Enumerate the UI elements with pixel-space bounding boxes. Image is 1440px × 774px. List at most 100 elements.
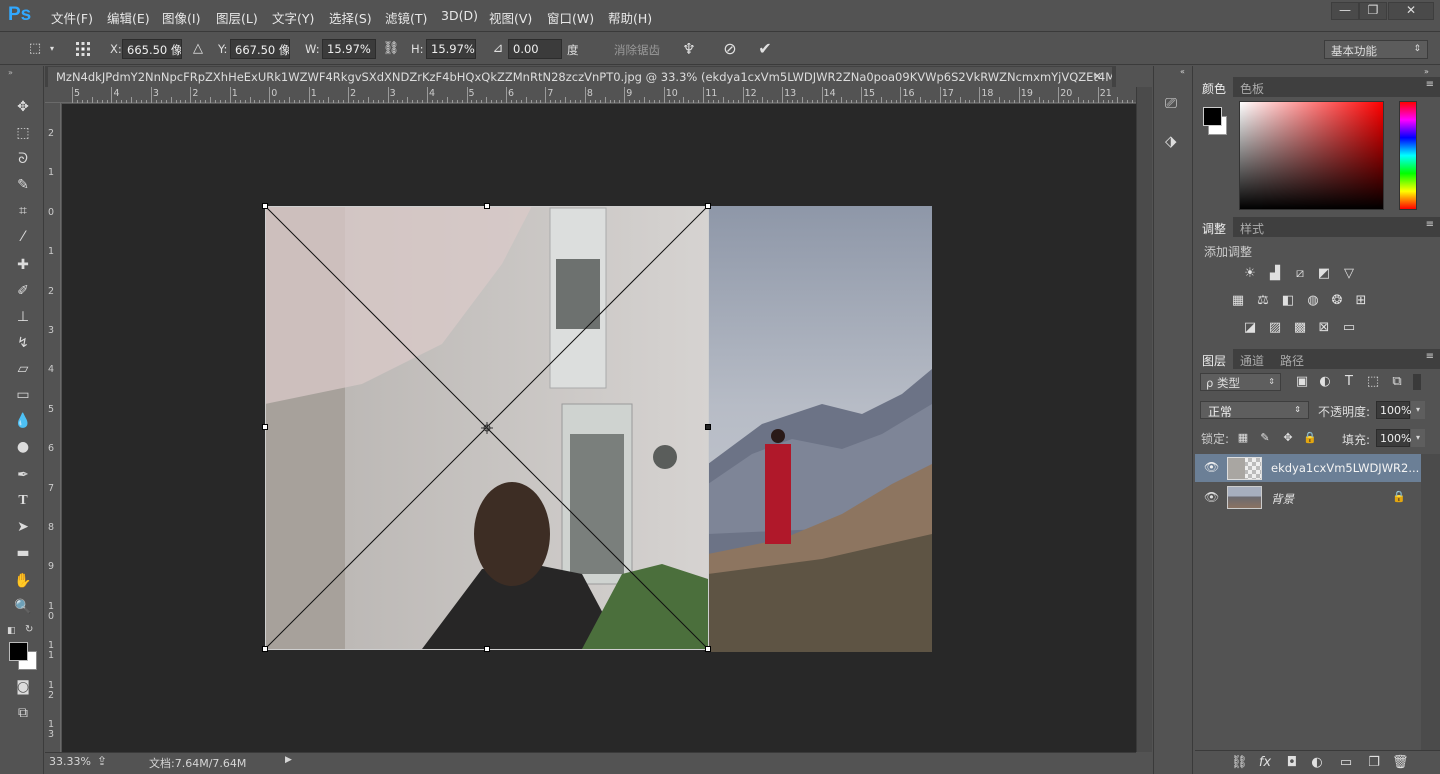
tab-styles[interactable]: 样式 [1233, 217, 1271, 237]
history-brush-tool-icon[interactable]: ↯ [11, 332, 35, 354]
move-transform-icon[interactable]: ⬚ [26, 40, 44, 58]
panel-menu-icon[interactable]: ≡ [1426, 351, 1434, 362]
color-lookup-icon[interactable]: ⊞ [1353, 293, 1369, 309]
angle-field[interactable]: 0.00 [508, 39, 562, 59]
black-white-icon[interactable]: ◧ [1280, 293, 1296, 309]
screen-mode-icon[interactable]: ⧉ [11, 702, 35, 724]
menu-select[interactable]: 选择(S) [329, 8, 372, 27]
gradient-tool-icon[interactable]: ▭ [11, 384, 35, 406]
eye-icon[interactable]: 👁 [1204, 460, 1219, 474]
tab-layers[interactable]: 图层 [1195, 349, 1234, 369]
document-tab[interactable]: MzN4dkJPdmY2NnNpcFRpZXhHeExURk1WZWF4Rkgv… [48, 67, 1112, 87]
collapse-icon[interactable]: » [1424, 67, 1429, 76]
filter-adjust-icon[interactable]: ◐ [1317, 374, 1333, 390]
hue-saturation-icon[interactable]: ▦ [1230, 293, 1246, 309]
status-menu-arrow-icon[interactable]: ▶ [285, 755, 292, 765]
height-field[interactable]: 15.97% [426, 39, 476, 59]
marquee-tool-icon[interactable]: ⬚ [11, 122, 35, 144]
tab-swatches[interactable]: 色板 [1233, 77, 1271, 97]
link-layers-icon[interactable]: ⛓ [1231, 755, 1248, 771]
path-select-tool-icon[interactable]: ➤ [11, 516, 35, 538]
new-layer-icon[interactable]: ❐ [1366, 755, 1382, 771]
foreground-color-swatch[interactable] [9, 642, 28, 661]
layers-scrollbar[interactable] [1421, 454, 1440, 754]
type-tool-icon[interactable]: T [11, 490, 35, 512]
zoom-level[interactable]: 33.33% [49, 755, 91, 768]
threshold-icon[interactable]: ▩ [1292, 320, 1308, 336]
canvas-area[interactable] [62, 104, 1136, 752]
vibrance-icon[interactable]: ▽ [1341, 266, 1357, 282]
exposure-icon[interactable]: ◩ [1316, 266, 1332, 282]
trash-icon[interactable]: 🗑 [1392, 755, 1409, 771]
restore-button[interactable]: ❐ [1359, 2, 1387, 20]
export-icon[interactable]: ⇪ [97, 754, 107, 768]
commit-transform-icon[interactable]: ✔ [756, 40, 774, 58]
delta-icon[interactable]: △ [189, 40, 207, 58]
cancel-transform-icon[interactable]: ⊘ [721, 40, 739, 58]
chevron-down-icon[interactable]: ▾ [1411, 401, 1425, 419]
color-field[interactable] [1239, 101, 1384, 210]
panel-menu-icon[interactable]: ≡ [1426, 79, 1434, 90]
menu-file[interactable]: 文件(F) [51, 8, 93, 27]
eye-icon[interactable]: 👁 [1204, 490, 1219, 504]
tab-channels[interactable]: 通道 [1233, 349, 1271, 369]
blend-mode-select[interactable]: 正常 ⇕ [1200, 401, 1309, 419]
add-mask-icon[interactable]: ◘ [1284, 755, 1300, 771]
chevron-down-icon[interactable]: ▾ [46, 40, 58, 58]
reference-point-icon[interactable] [74, 40, 92, 58]
tab-color[interactable]: 颜色 [1195, 77, 1234, 97]
levels-icon[interactable]: ▟ [1267, 266, 1283, 282]
posterize-icon[interactable]: ▨ [1267, 320, 1283, 336]
selective-color-icon[interactable]: ⊠ [1316, 320, 1332, 336]
link-icon[interactable]: ⛓ [382, 40, 400, 58]
document-image[interactable] [62, 104, 1136, 752]
vertical-scrollbar[interactable] [1136, 87, 1152, 752]
menu-3d[interactable]: 3D(D) [441, 8, 478, 23]
collapse-icon[interactable]: » [8, 68, 13, 77]
layer-filter-select[interactable]: ρ 类型 ⇕ [1200, 373, 1281, 391]
menu-window[interactable]: 窗口(W) [547, 8, 594, 27]
pen-tool-icon[interactable]: ✒ [11, 464, 35, 486]
filter-pixel-icon[interactable]: ▣ [1294, 374, 1310, 390]
layer-row[interactable]: 👁 背景 🔒 [1195, 484, 1421, 512]
layer-row[interactable]: 👁 ekdya1cxVm5LWDJWR2... [1195, 454, 1421, 482]
healing-brush-tool-icon[interactable]: ✚ [11, 254, 35, 276]
lock-position-icon[interactable]: ✥ [1280, 430, 1296, 446]
curves-icon[interactable]: ⧄ [1292, 266, 1308, 282]
menu-help[interactable]: 帮助(H) [608, 8, 652, 27]
dodge-tool-icon[interactable]: ● [11, 436, 35, 458]
workspace-select[interactable]: 基本功能 ⇕ [1324, 40, 1428, 59]
panel-menu-icon[interactable]: ≡ [1426, 219, 1434, 230]
rectangle-tool-icon[interactable]: ▬ [11, 542, 35, 564]
properties-icon[interactable]: ⬗ [1165, 132, 1177, 150]
new-group-icon[interactable]: ▭ [1338, 755, 1354, 771]
menu-edit[interactable]: 编辑(E) [107, 8, 150, 27]
brush-tool-icon[interactable]: ✐ [11, 280, 35, 302]
tab-adjustments[interactable]: 调整 [1195, 217, 1234, 237]
lock-transparent-icon[interactable]: ▦ [1235, 430, 1251, 446]
filter-toggle[interactable] [1413, 374, 1421, 390]
hand-tool-icon[interactable]: ✋ [11, 570, 35, 592]
y-field[interactable]: 667.50 像素 [230, 39, 290, 59]
eyedropper-tool-icon[interactable]: ⁄ [11, 226, 35, 248]
opacity-field[interactable]: 100% [1376, 401, 1411, 419]
filter-shape-icon[interactable]: ⬚ [1365, 374, 1381, 390]
warp-icon[interactable]: ♆ [680, 40, 698, 58]
filter-smart-icon[interactable]: ⧉ [1389, 374, 1405, 390]
eraser-tool-icon[interactable]: ▱ [11, 358, 35, 380]
chevron-down-icon[interactable]: ▾ [1411, 429, 1425, 447]
lock-all-icon[interactable]: 🔒 [1302, 430, 1318, 446]
quick-mask-icon[interactable]: ◙ [11, 676, 35, 698]
menu-type[interactable]: 文字(Y) [272, 8, 314, 27]
color-balance-icon[interactable]: ⚖ [1255, 293, 1271, 309]
stamp-tool-icon[interactable]: ⊥ [11, 306, 35, 328]
swap-colors-icon[interactable]: ↻ [25, 624, 33, 635]
crop-tool-icon[interactable]: ⌗ [11, 200, 35, 222]
hue-slider[interactable] [1399, 101, 1417, 210]
x-field[interactable]: 665.50 像素 [122, 39, 182, 59]
invert-icon[interactable]: ◪ [1242, 320, 1258, 336]
menu-view[interactable]: 视图(V) [489, 8, 532, 27]
move-tool-icon[interactable]: ✥ [11, 96, 35, 118]
width-field[interactable]: 15.97% [322, 39, 376, 59]
blur-tool-icon[interactable]: 💧 [11, 410, 35, 432]
